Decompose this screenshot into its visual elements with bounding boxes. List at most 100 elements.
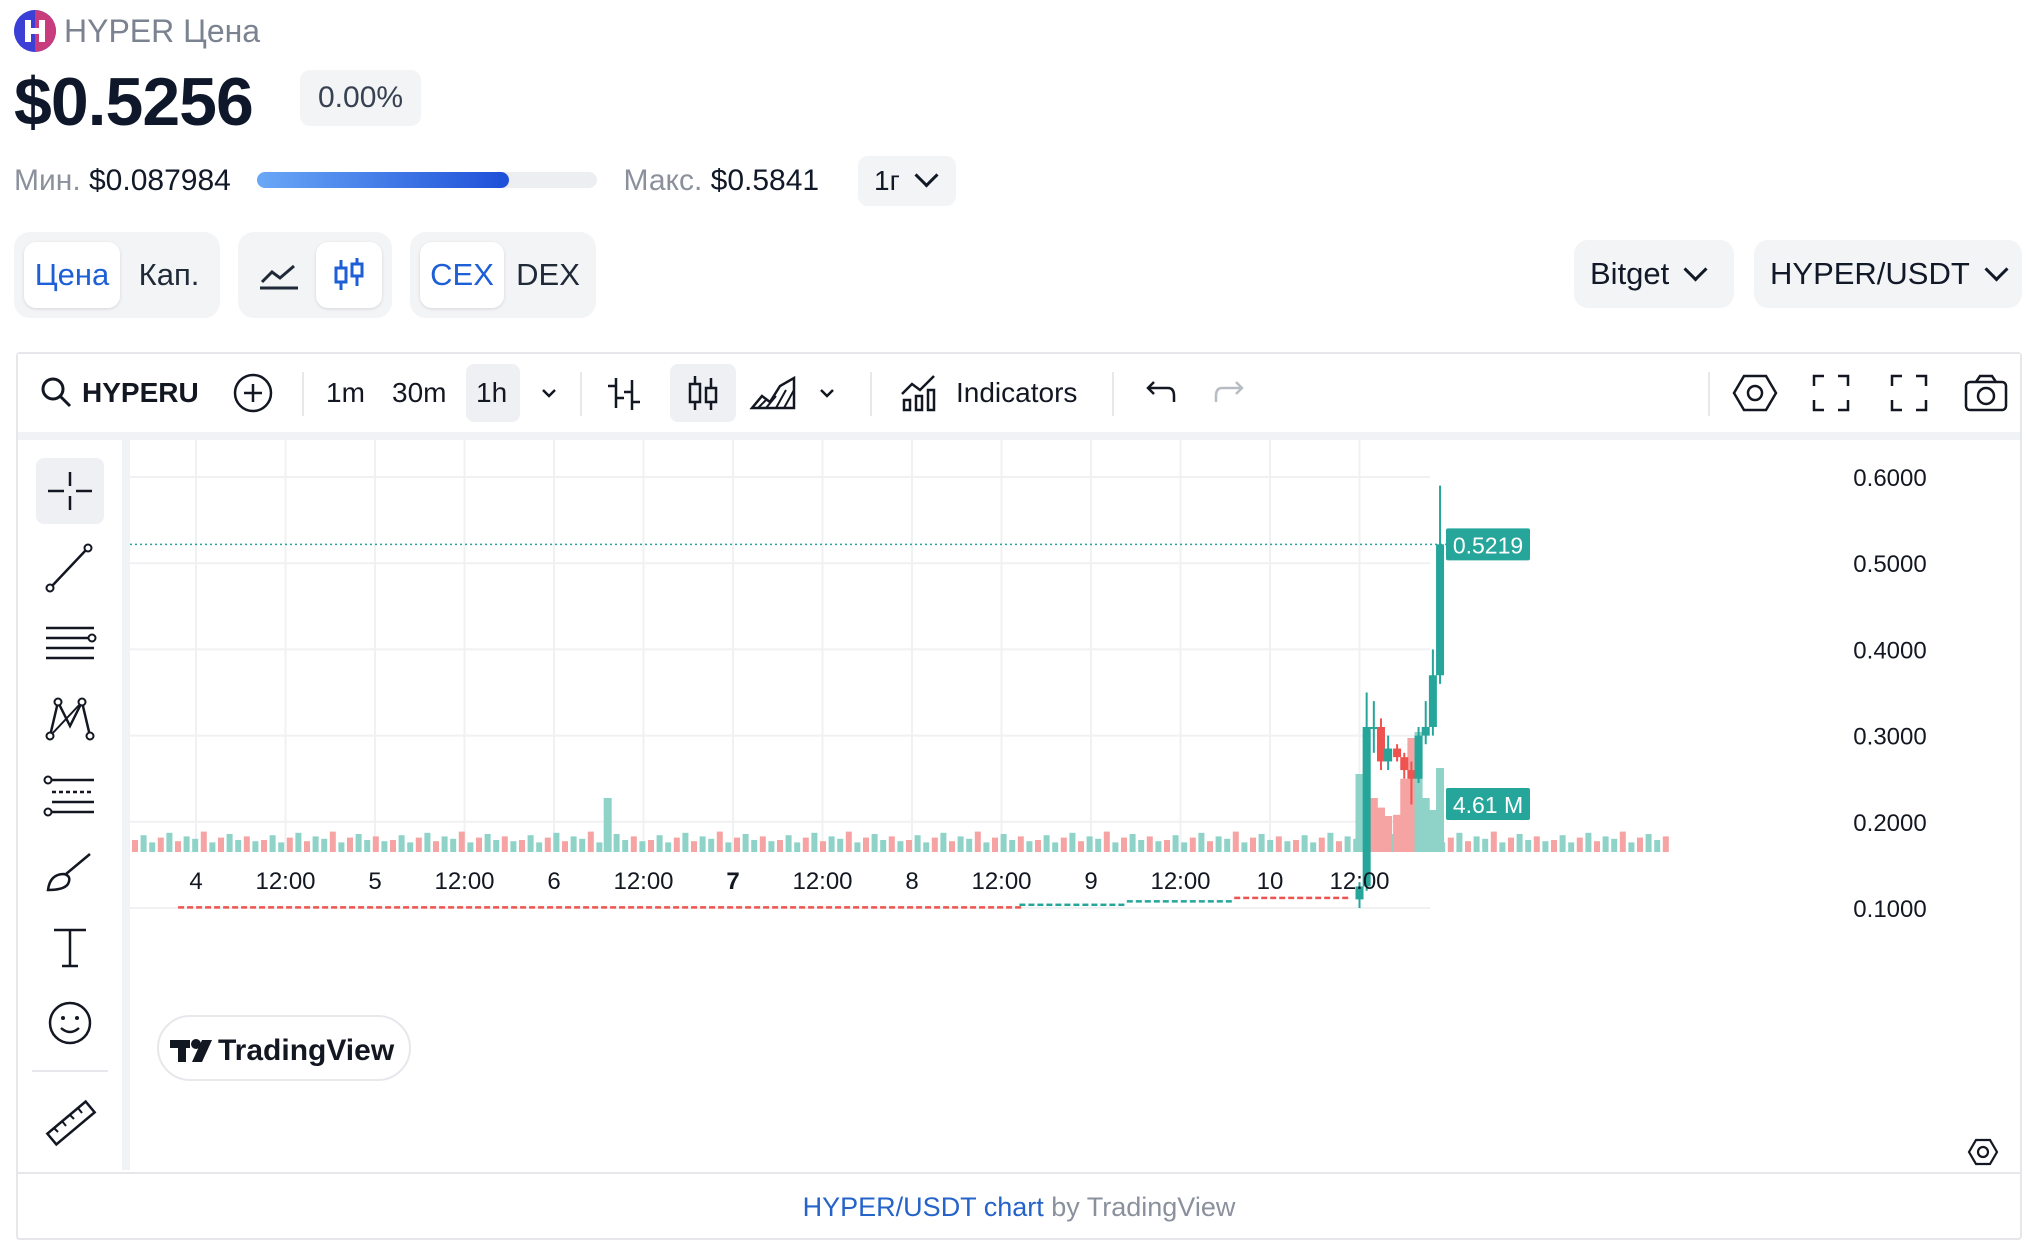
volume-bar (381, 841, 388, 852)
exchange-dropdown[interactable]: Bitget (1574, 240, 1734, 308)
interval-30m[interactable]: 30m (392, 354, 446, 432)
tab-cex[interactable]: CEX (420, 242, 504, 308)
volume-bar (1026, 841, 1033, 852)
mini-candle (223, 906, 230, 909)
emoji-tool[interactable] (36, 990, 104, 1056)
fullscreen-icon[interactable] (1810, 372, 1852, 414)
mini-candle (1324, 896, 1331, 900)
volume-bar (364, 840, 371, 852)
redo-icon[interactable] (1212, 374, 1252, 412)
volume-bar (1594, 841, 1600, 852)
mini-candle (1019, 903, 1026, 907)
mini-candle (808, 906, 815, 909)
mini-candle (916, 906, 923, 909)
mini-candle (547, 906, 554, 909)
x-tick-label: 4 (189, 868, 202, 895)
volume-bar (1035, 840, 1041, 852)
chart-type-chevron-icon[interactable] (816, 382, 838, 404)
volume-bar (1250, 837, 1256, 852)
mini-candle (1198, 900, 1205, 903)
mini-candle (592, 906, 599, 909)
line-chart-button[interactable] (248, 242, 310, 308)
mini-candle (1135, 900, 1142, 903)
volume-bar (450, 838, 457, 852)
volume-bar (1393, 814, 1402, 852)
mini-candle (934, 906, 941, 909)
trend-line-tool[interactable] (36, 534, 104, 600)
volume-bar (562, 841, 568, 852)
time-axis: :00412:00512:00612:00712:00812:00912:001… (189, 868, 1389, 895)
volume-bar (1241, 842, 1248, 852)
mini-candle (790, 906, 797, 909)
mini-candle (349, 906, 356, 909)
text-tool[interactable] (36, 914, 104, 980)
mini-candle (538, 906, 545, 909)
volume-bar (1017, 836, 1024, 852)
mini-candle (457, 906, 464, 909)
volume-bar (355, 834, 362, 852)
pattern-tool[interactable] (36, 686, 104, 752)
volume-bar (1559, 835, 1566, 852)
interval-chevron-icon[interactable] (538, 382, 560, 404)
camera-icon[interactable] (1962, 370, 2010, 416)
ruler-tool[interactable] (36, 1090, 104, 1156)
volume-bar (1336, 841, 1342, 852)
mini-candle (1171, 900, 1178, 903)
range-min-label: Мин. (14, 164, 81, 197)
expand-icon[interactable] (1888, 372, 1930, 414)
mini-candle (295, 906, 302, 909)
volume-bar (1232, 831, 1239, 852)
brush-tool[interactable] (36, 838, 104, 904)
area-icon[interactable] (748, 370, 798, 416)
volume-bar (424, 832, 431, 852)
symbol-search[interactable]: HYPERU (82, 354, 199, 432)
volume-bar (1129, 834, 1136, 852)
pair-label: HYPER/USDT (1770, 256, 1970, 291)
mini-candle (1252, 896, 1259, 900)
candles-icon[interactable] (680, 370, 726, 416)
mini-candle (565, 906, 572, 909)
volume-bar (218, 837, 224, 852)
volume-bar (510, 841, 517, 852)
mini-candle (1261, 896, 1268, 900)
undo-icon[interactable] (1138, 374, 1178, 412)
interval-1h[interactable]: 1h (476, 354, 507, 432)
volume-bar (235, 840, 242, 852)
volume-bar (1327, 832, 1334, 852)
tab-price[interactable]: Цена (24, 242, 120, 308)
volume-bar (759, 836, 766, 852)
interval-1m[interactable]: 1m (326, 354, 365, 432)
pattern-icon (45, 697, 95, 741)
tab-market-cap[interactable]: Кап. (126, 242, 212, 308)
search-icon[interactable] (38, 374, 76, 412)
fib-tool[interactable] (36, 762, 104, 828)
horizontal-lines-tool[interactable] (36, 610, 104, 676)
pair-dropdown[interactable]: HYPER/USDT (1754, 240, 2022, 308)
volume-bar (1181, 842, 1188, 852)
indicators-icon[interactable] (898, 370, 940, 416)
bars-icon[interactable] (602, 370, 646, 416)
pair-chart-link[interactable]: HYPER/USDT chart (803, 1192, 1044, 1222)
mini-candle (1207, 900, 1214, 903)
mini-candle (205, 906, 212, 909)
line-chart-icon (260, 264, 298, 290)
price-chart[interactable]: 0.5219 4.61 M 0.6000 0.5000 0.4000 0.3000 0.2… (130, 440, 2018, 1170)
volume-bar (398, 835, 405, 852)
mini-candle (1216, 900, 1223, 903)
crosshair-tool[interactable] (36, 458, 104, 524)
mini-candle (673, 906, 680, 909)
period-dropdown[interactable]: 1г (858, 156, 956, 206)
mini-candle (385, 906, 392, 909)
tradingview-watermark: TradingView (157, 1015, 411, 1081)
x-tick-label: 12:00 (1329, 868, 1389, 895)
candles-button[interactable] (316, 242, 382, 308)
add-symbol-icon[interactable] (232, 372, 274, 414)
mini-candle (196, 906, 203, 909)
volume-bar (1224, 838, 1231, 852)
volume-bar (1508, 837, 1514, 852)
indicators-button[interactable]: Indicators (956, 354, 1077, 432)
tab-dex[interactable]: DEX (508, 242, 588, 308)
volume-bar (1344, 836, 1351, 852)
volume-bar (501, 836, 508, 852)
settings-icon[interactable] (1732, 370, 1778, 416)
